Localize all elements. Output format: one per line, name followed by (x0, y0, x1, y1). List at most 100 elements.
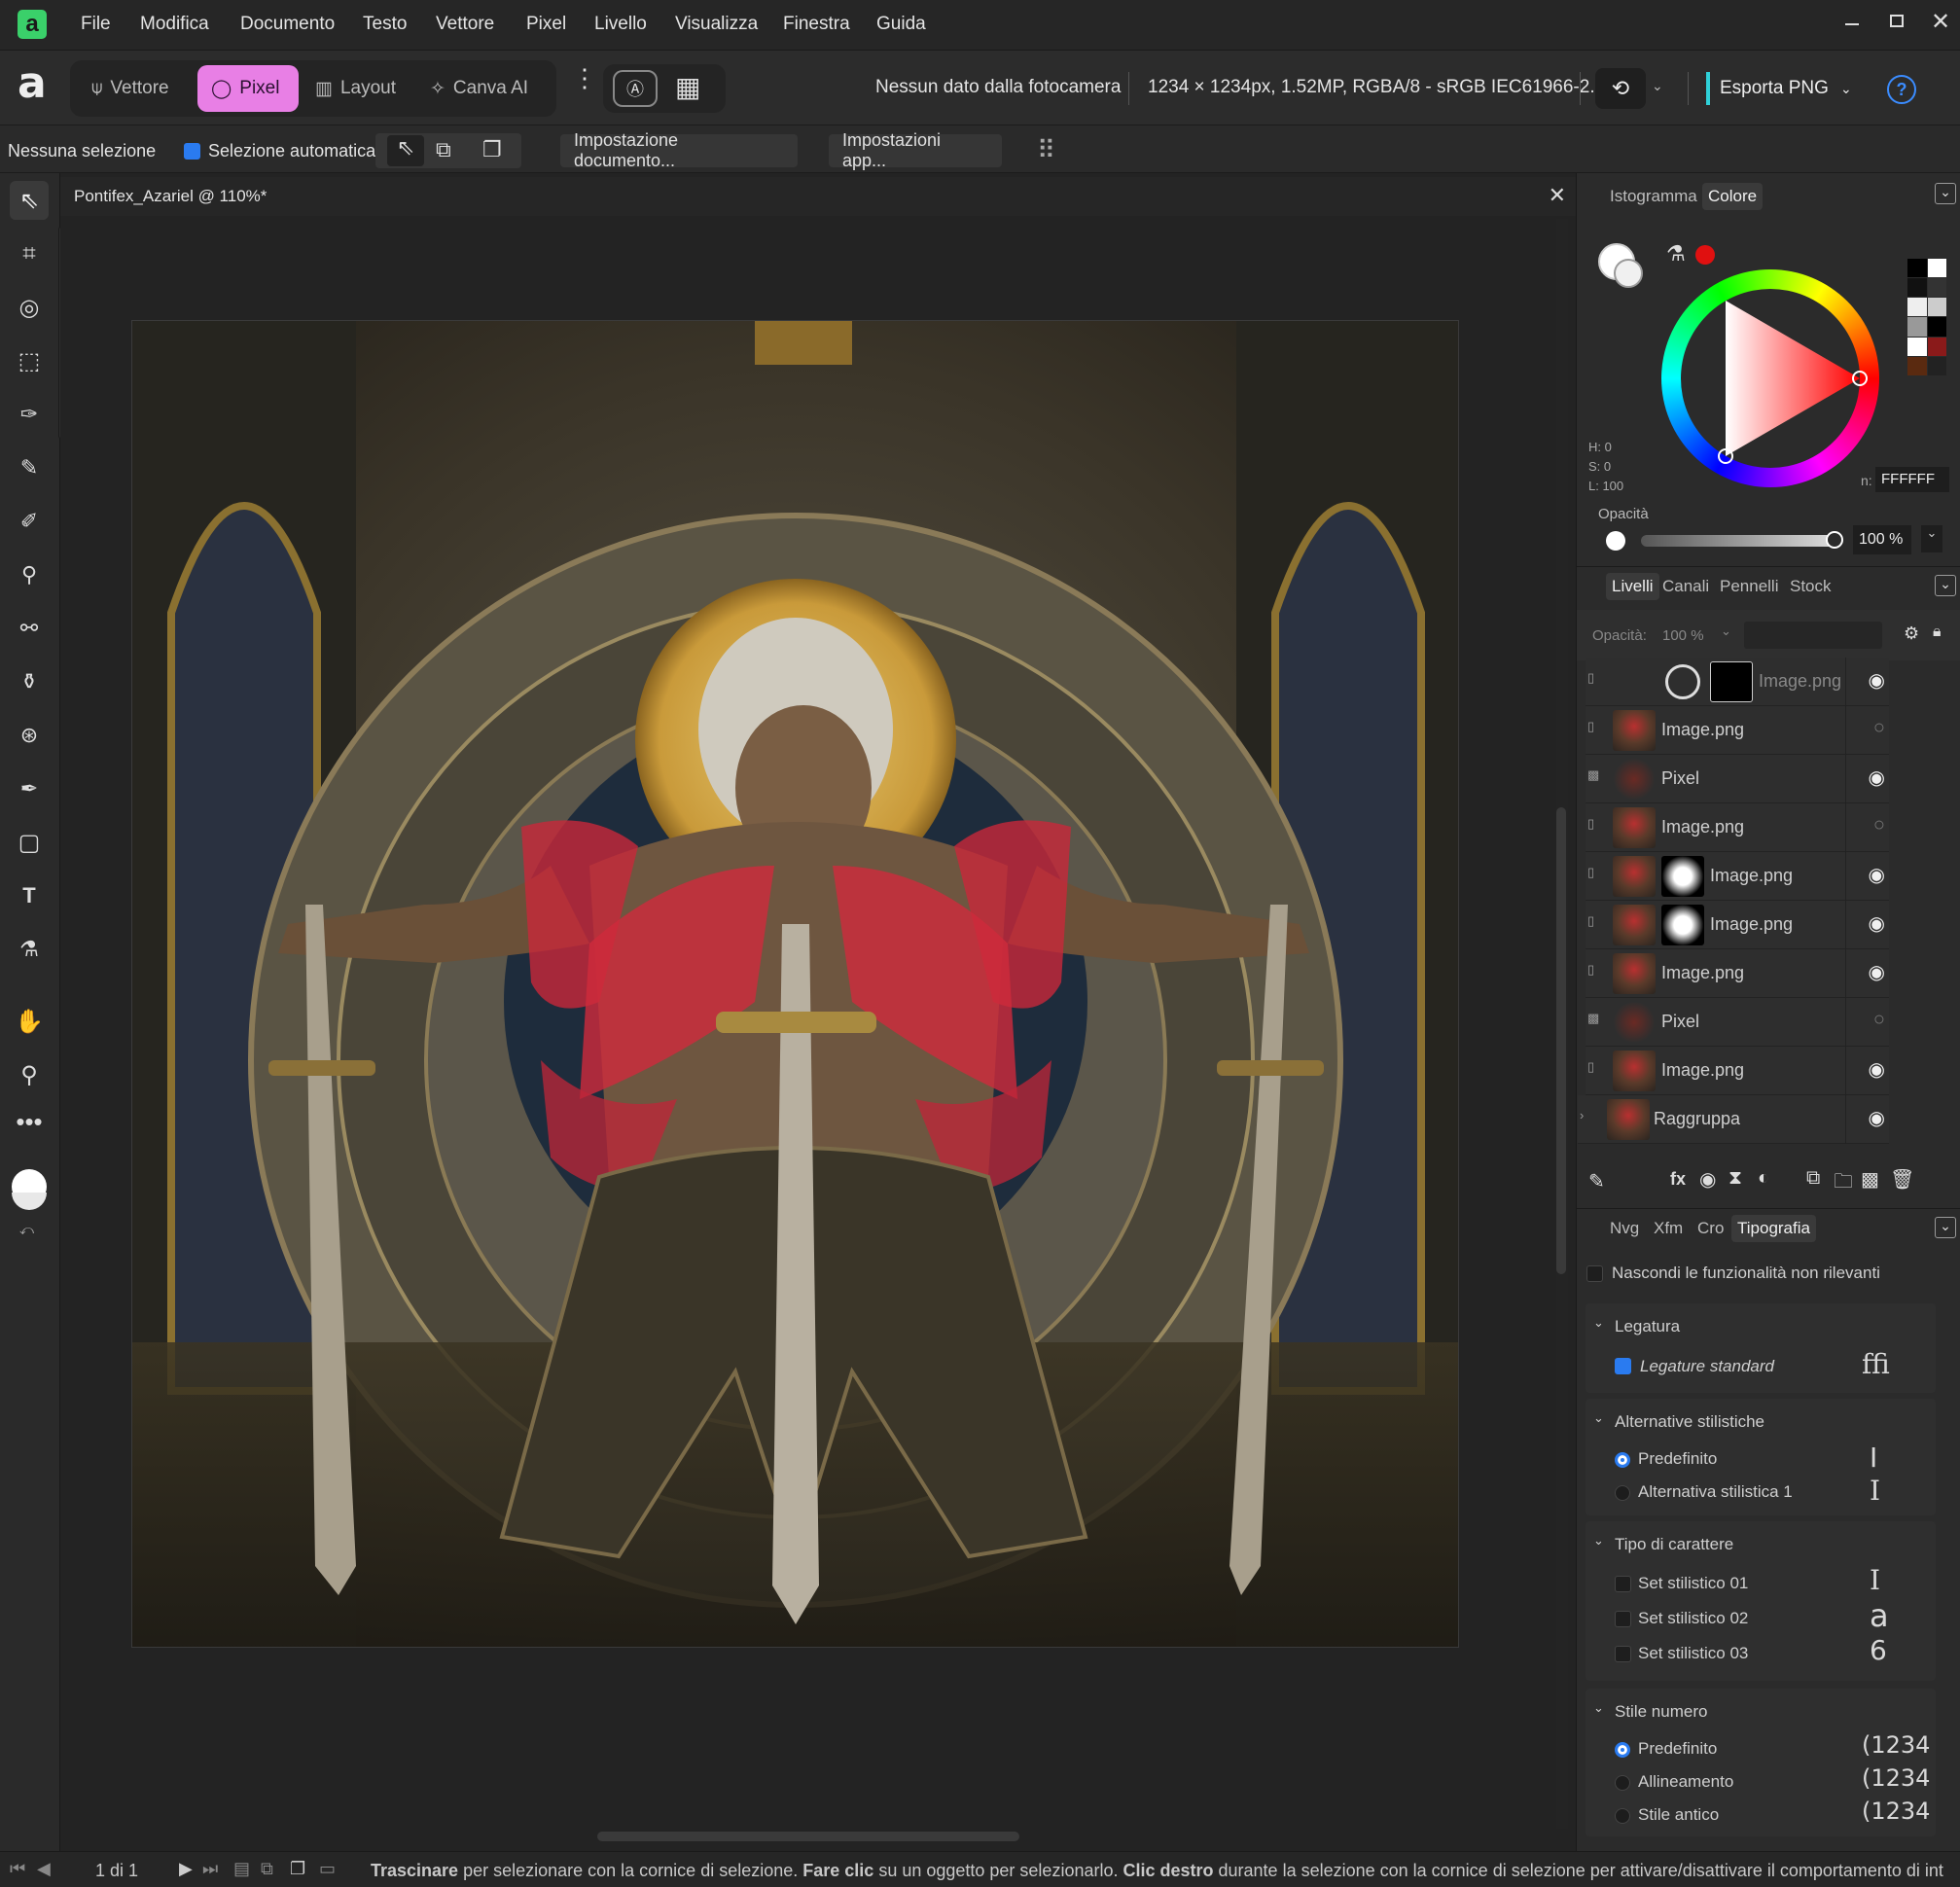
close-window-button[interactable]: ✕ (1931, 8, 1950, 36)
dodge-brush-icon[interactable]: ⚲ (10, 555, 49, 594)
eye-icon[interactable]: ◉ (1869, 1106, 1885, 1130)
layout-grid-icon[interactable]: ⠿ (1037, 135, 1055, 165)
chevron-down-icon[interactable]: ⌄ (1593, 1315, 1604, 1331)
mask-icon[interactable]: ◉ (1699, 1167, 1716, 1192)
export-png-button[interactable]: Esporta PNG ⌄ (1706, 72, 1852, 105)
duplicate-page-icon[interactable]: ❐ (290, 1859, 305, 1879)
minimize-button[interactable] (1845, 23, 1859, 25)
auto-select-checkbox[interactable] (184, 143, 200, 160)
lock-icon[interactable]: 🔒︎ (1933, 623, 1942, 641)
layer-row[interactable]: ▯ Image.png ◉ (1586, 658, 1889, 706)
zoom-tool-icon[interactable]: ⚲ (10, 1055, 49, 1094)
selection-brush-icon[interactable]: ◎ (10, 288, 49, 327)
persona-layout[interactable]: ▥ Layout (309, 65, 407, 112)
persona-pixel[interactable]: ◯ Pixel (197, 65, 299, 112)
page-icon[interactable]: ▤ (233, 1859, 250, 1879)
flood-fill-icon[interactable]: ✑ (10, 395, 49, 434)
crop-tool-icon[interactable]: ⌗ (10, 234, 49, 273)
saturation-triangle[interactable] (1661, 269, 1879, 487)
pixel-layer-icon[interactable]: ▩ (1587, 767, 1599, 783)
layer-row[interactable]: ▯ Image.png ◉ (1586, 852, 1889, 901)
more-tools-icon[interactable]: ••• (10, 1102, 49, 1141)
lock-icon[interactable]: ▯ (1587, 1059, 1594, 1075)
opacity-slider-handle[interactable] (1826, 531, 1843, 549)
document-setup-button[interactable]: Impostazione documento... (560, 130, 798, 170)
tab-livelli[interactable]: Livelli (1606, 573, 1659, 600)
eye-icon[interactable]: ◉ (1869, 668, 1885, 693)
layer-opacity-value[interactable]: 100 % (1662, 627, 1704, 644)
rectangle-tool-icon[interactable]: ▢ (10, 823, 49, 862)
lock-icon[interactable]: ▯ (1587, 670, 1594, 686)
document-tab[interactable]: Pontifex_Azariel @ 110%* ✕ (60, 177, 1576, 216)
stylistic-default-radio[interactable] (1615, 1452, 1630, 1468)
checker-icon[interactable]: ▩ (1861, 1167, 1879, 1192)
fx-icon[interactable]: fx (1670, 1169, 1686, 1190)
picked-color-swatch[interactable] (1695, 245, 1715, 265)
canvas-image[interactable] (131, 320, 1459, 1648)
color-wheel[interactable] (1661, 269, 1879, 487)
chevron-down-icon[interactable]: ⌄ (1593, 1700, 1604, 1716)
clone-stamp-icon[interactable]: ⚱ (10, 662, 49, 701)
eraser-icon[interactable]: ✐ (10, 502, 49, 541)
tab-canali[interactable]: Canali (1662, 577, 1709, 596)
marquee-tool-icon[interactable]: ⬚ (10, 341, 49, 380)
eye-closed-icon[interactable]: ○ (1873, 717, 1885, 739)
tab-colore[interactable]: Colore (1702, 183, 1764, 210)
eye-icon[interactable]: ◉ (1869, 1057, 1885, 1082)
more-options-icon[interactable]: ⋮ (572, 65, 597, 90)
frame-mode-icon[interactable]: ❐ (482, 137, 502, 162)
lock-icon[interactable]: › (1580, 1108, 1584, 1122)
last-page-icon[interactable]: ⏭ (202, 1859, 218, 1879)
tab-tipografia[interactable]: Tipografia (1731, 1215, 1816, 1242)
swatch-palette[interactable] (1907, 259, 1946, 375)
opacity-input[interactable]: 100 % (1853, 525, 1911, 554)
delete-page-icon[interactable]: ▭ (319, 1859, 336, 1879)
persona-vettore[interactable]: ⍦ Vettore (80, 65, 183, 112)
lock-icon[interactable]: ▯ (1587, 865, 1594, 880)
spread-icon[interactable]: ⧉ (261, 1859, 273, 1879)
add-pixel-layer-icon[interactable]: ⧉ (1806, 1167, 1820, 1190)
intersect-mode-icon[interactable]: ⧉ (436, 137, 451, 162)
edit-layer-icon[interactable]: ✎ (1588, 1169, 1605, 1193)
layer-row[interactable]: ▯ Image.png ◉ (1586, 949, 1889, 998)
numstyle-oldstyle-radio[interactable] (1615, 1808, 1630, 1824)
smudge-brush-icon[interactable]: ⚯ (10, 609, 49, 648)
eye-icon[interactable]: ◉ (1869, 863, 1885, 887)
hex-input[interactable]: FFFFFF (1875, 467, 1949, 492)
set-stilistico-02-checkbox[interactable] (1615, 1611, 1631, 1627)
cursor-mode-icon[interactable]: ⇖ (387, 135, 424, 166)
hand-tool-icon[interactable]: ✋ (10, 1002, 49, 1041)
panel-menu-icon[interactable]: ⌄ (1935, 183, 1956, 204)
maximize-button[interactable] (1890, 15, 1904, 27)
close-document-icon[interactable]: ✕ (1549, 183, 1566, 208)
set-stilistico-01-checkbox[interactable] (1615, 1576, 1631, 1592)
menu-visualizza[interactable]: Visualizza (675, 14, 758, 35)
adjustment-icon[interactable]: ⧗ (1728, 1167, 1742, 1190)
pen-tool-icon[interactable]: ✒ (10, 769, 49, 808)
menu-livello[interactable]: Livello (594, 14, 647, 35)
chevron-down-icon[interactable]: ⌄ (1593, 1533, 1604, 1549)
eye-closed-icon[interactable]: ○ (1873, 1009, 1885, 1031)
pixel-layer-icon[interactable]: ▩ (1587, 1011, 1599, 1026)
layer-row[interactable]: ▩ Pixel ○ (1586, 998, 1889, 1047)
menu-file[interactable]: File (81, 14, 111, 35)
chevron-down-icon[interactable]: ⌄ (1593, 1410, 1604, 1426)
lock-icon[interactable]: ▯ (1587, 719, 1594, 734)
background-color-swatch[interactable] (12, 1193, 47, 1210)
gear-icon[interactable]: ⚙ (1904, 623, 1919, 644)
menu-modifica[interactable]: Modifica (140, 14, 209, 35)
layer-row[interactable]: ▯ Image.png ◉ (1586, 1047, 1889, 1095)
eye-icon[interactable]: ◉ (1869, 765, 1885, 790)
layer-row[interactable]: ▯ Image.png ◉ (1586, 901, 1889, 949)
persona-canva-ai[interactable]: ✧ Canva AI (426, 65, 543, 112)
numstyle-lining-radio[interactable] (1615, 1775, 1630, 1791)
text-frame-icon[interactable]: Ⓐ (613, 70, 658, 107)
live-filter-icon[interactable]: ◐ (1758, 1167, 1769, 1190)
swap-colors-icon[interactable]: ⤺ (19, 1222, 34, 1238)
menu-testo[interactable]: Testo (363, 14, 407, 35)
chevron-down-icon[interactable]: ⌄ (1721, 623, 1731, 639)
menu-guida[interactable]: Guida (876, 14, 926, 35)
secondary-color-swatch[interactable] (1614, 259, 1643, 288)
lock-icon[interactable]: ▯ (1587, 962, 1594, 978)
grid-icon[interactable]: ▦ (675, 74, 700, 101)
